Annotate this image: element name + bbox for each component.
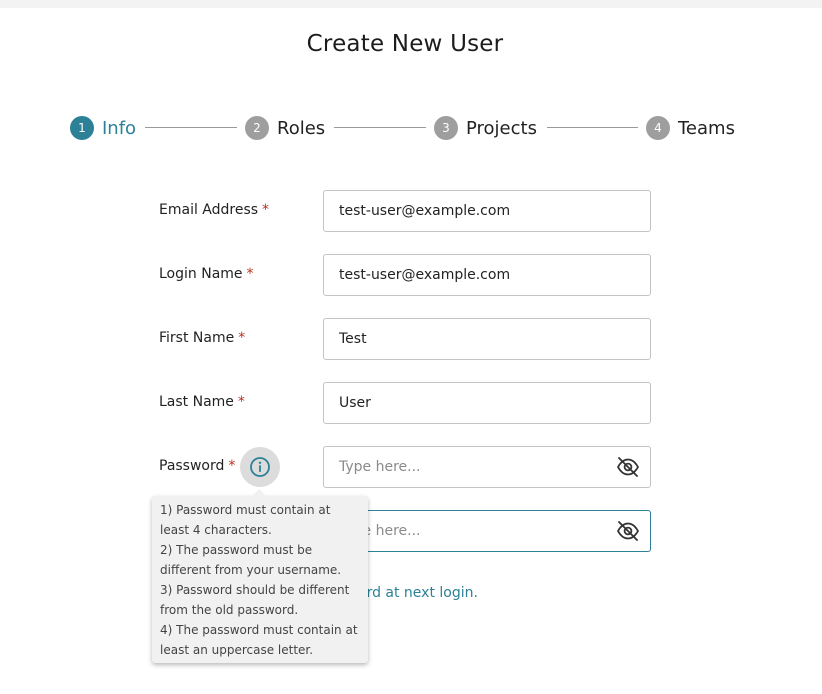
step-label: Projects bbox=[466, 117, 537, 139]
step-label: Teams bbox=[678, 117, 735, 139]
step-projects[interactable]: 3 Projects bbox=[434, 116, 537, 140]
tooltip-line: least 4 characters. bbox=[160, 523, 272, 537]
first-name-field-wrapper bbox=[323, 318, 651, 360]
eye-off-icon[interactable] bbox=[616, 521, 640, 541]
tooltip-line: different from your username. bbox=[160, 563, 342, 577]
step-info[interactable]: 1 Info bbox=[70, 116, 136, 140]
required-mark: * bbox=[228, 458, 236, 474]
step-connector bbox=[145, 127, 237, 128]
step-label: Roles bbox=[277, 117, 326, 139]
step-number: 4 bbox=[646, 116, 670, 140]
last-name-label: Last Name * bbox=[159, 394, 245, 410]
login-name-field-wrapper bbox=[323, 254, 651, 296]
top-bar bbox=[0, 0, 822, 8]
step-label: Info bbox=[102, 117, 137, 139]
step-connector bbox=[547, 127, 638, 128]
required-mark: * bbox=[238, 330, 246, 346]
email-field-wrapper bbox=[323, 190, 651, 232]
required-mark: * bbox=[246, 266, 254, 282]
confirm-password-field[interactable] bbox=[339, 511, 599, 551]
info-circle-icon bbox=[250, 457, 270, 477]
password-field[interactable] bbox=[339, 447, 599, 487]
confirm-password-field-wrapper bbox=[323, 510, 651, 552]
login-name-field[interactable] bbox=[339, 255, 599, 295]
page-title: Create New User bbox=[306, 31, 504, 57]
tooltip-line: least an uppercase letter. bbox=[160, 643, 314, 657]
step-roles[interactable]: 2 Roles bbox=[245, 116, 325, 140]
last-name-field-wrapper bbox=[323, 382, 651, 424]
step-number: 2 bbox=[245, 116, 269, 140]
required-mark: * bbox=[262, 202, 270, 218]
step-number: 3 bbox=[434, 116, 458, 140]
password-label: Password * bbox=[159, 458, 236, 474]
login-name-label: Login Name * bbox=[159, 266, 254, 282]
step-number: 1 bbox=[70, 116, 94, 140]
eye-off-icon[interactable] bbox=[616, 457, 640, 477]
email-field[interactable] bbox=[339, 191, 599, 231]
password-info-button[interactable] bbox=[240, 447, 280, 487]
required-mark: * bbox=[237, 394, 245, 410]
email-label: Email Address * bbox=[159, 202, 270, 218]
password-field-wrapper bbox=[323, 446, 651, 488]
tooltip-line: 2) The password must be bbox=[160, 543, 313, 557]
tooltip-line: 4) The password must contain at bbox=[160, 623, 358, 637]
tooltip-line: from the old password. bbox=[160, 603, 299, 617]
step-teams[interactable]: 4 Teams bbox=[646, 116, 735, 140]
step-connector bbox=[334, 127, 426, 128]
last-name-field[interactable] bbox=[339, 383, 599, 423]
password-rules-tooltip: 1) Password must contain at least 4 char… bbox=[152, 489, 368, 663]
first-name-label: First Name * bbox=[159, 330, 246, 346]
change-password-option[interactable]: ord at next login. bbox=[358, 585, 478, 601]
tooltip-line: 1) Password must contain at bbox=[160, 503, 331, 517]
tooltip-line: 3) Password should be different bbox=[160, 583, 350, 597]
first-name-field[interactable] bbox=[339, 319, 599, 359]
